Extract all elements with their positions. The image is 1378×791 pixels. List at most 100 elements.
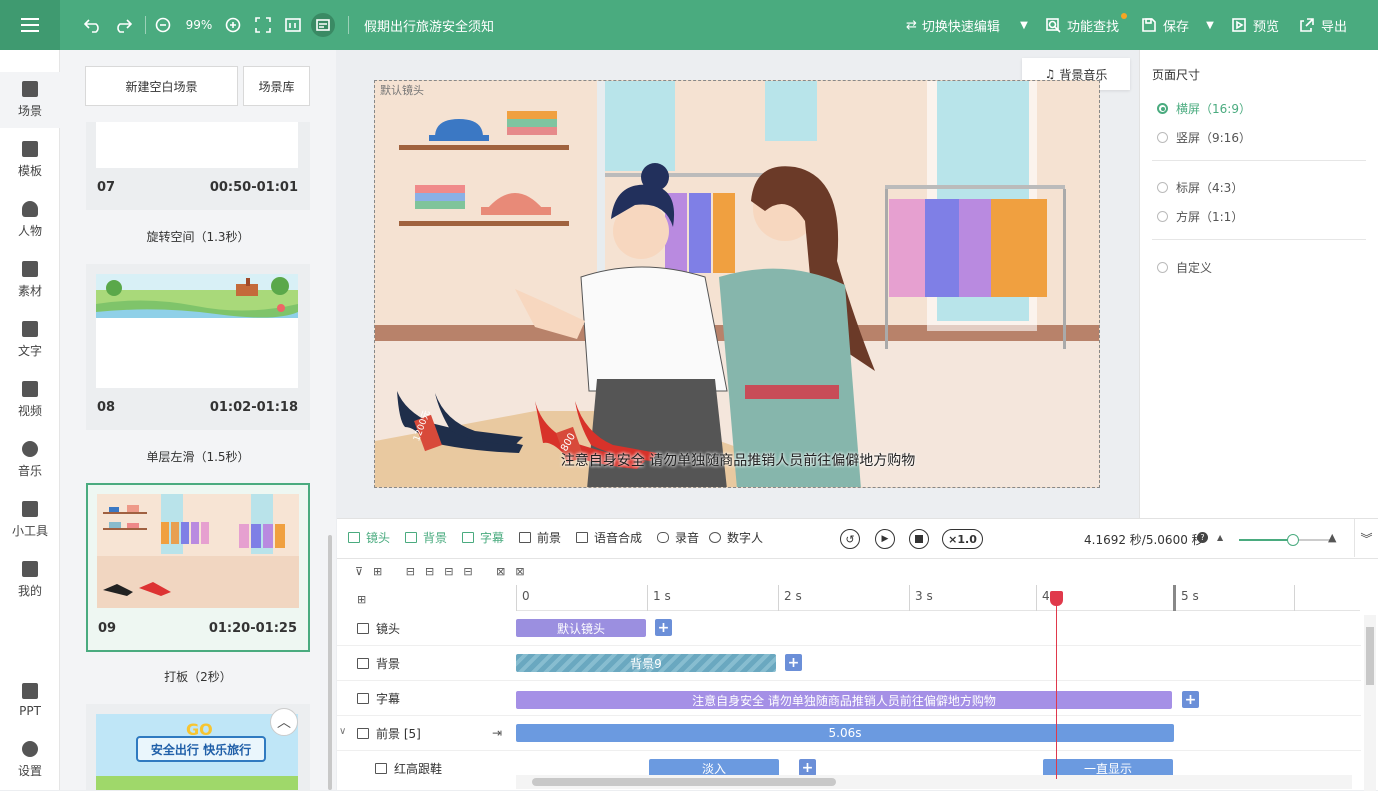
waveform-icon [576,532,588,543]
scene-thumbnail [96,122,298,168]
transition-label[interactable]: 单层左滑（1.5秒） [86,448,310,465]
tab-digital-human[interactable]: 数字人 [709,529,763,546]
subtitle-icon[interactable] [310,0,336,50]
nav-settings[interactable]: 设置 [0,732,60,788]
tab-label: 数字人 [727,531,764,545]
track-label: 背景 [357,646,400,681]
playhead-line[interactable] [1056,592,1057,779]
redo-icon[interactable] [110,0,136,50]
tab-background[interactable]: 背景 [405,529,447,546]
nav-template[interactable]: 模板 [0,132,60,188]
scene-card-08[interactable]: 08 01:02-01:18 [86,264,310,430]
document-title[interactable]: 假期出行旅游安全须知 [364,0,494,50]
nav-tools[interactable]: 小工具 [0,492,60,548]
save-caret-icon[interactable]: ▼ [1202,0,1218,50]
add-background-clip-button[interactable]: + [785,654,802,671]
add-subtitle-clip-button[interactable]: + [1182,691,1199,708]
radio-custom[interactable]: 自定义 [1157,259,1212,276]
radio-dot [1157,182,1168,193]
caret-down-icon[interactable]: ▼ [1016,0,1032,50]
left-nav: 场景 模板 人物 素材 文字 视频 音乐 小工具 我的 PPT 设置 [0,50,60,790]
quick-edit-label: 切换快速编辑 [921,19,1000,35]
transition-label[interactable]: 旋转空间（1.3秒） [86,228,310,245]
replay-icon[interactable]: ↺ [840,529,860,549]
login-icon[interactable]: ⇥ [492,726,502,740]
find-button[interactable]: 功能查找 [1046,0,1119,50]
nav-ppt[interactable]: PPT [0,672,60,728]
fullscreen-icon[interactable] [252,0,274,50]
scrollbar-thumb[interactable] [1366,627,1374,685]
nav-text[interactable]: 文字 [0,312,60,368]
radio-portrait[interactable]: 竖屏（9:16） [1157,129,1251,146]
find-label: 功能查找 [1067,19,1120,35]
clip-subtitle[interactable]: 注意自身安全 请勿单独随商品推销人员前往偏僻地方购物 [516,691,1172,709]
stop-icon[interactable] [909,529,929,549]
zoom-large-icon[interactable]: ▲ [1328,531,1336,544]
help-icon[interactable]: ? [1197,532,1208,543]
nav-label: 小工具 [11,524,48,538]
quick-edit-button[interactable]: ⇄ 切换快速编辑 [906,0,1000,50]
foreground-icon [357,728,369,739]
grid-icon[interactable]: ⊞ [357,593,366,606]
nav-video[interactable]: 视频 [0,372,60,428]
tab-camera[interactable]: 镜头 [348,529,390,546]
scene-canvas[interactable]: 默认镜头 1200元 800 注意自身安全 请勿单独随商品推销人员前往偏僻地方购… [374,80,1100,488]
camera-label: 默认镜头 [380,84,424,97]
tab-record[interactable]: 录音 [657,529,699,546]
menu-button[interactable] [0,0,60,50]
actual-size-icon[interactable] [282,0,304,50]
zoom-small-icon[interactable]: ▲ [1217,533,1223,542]
radio-label: 方屏（1:1） [1176,210,1244,224]
transition-label[interactable]: 打板（2秒） [86,668,310,685]
add-camera-clip-button[interactable]: + [655,619,672,636]
radio-standard[interactable]: 标屏（4:3） [1157,179,1243,196]
horizontal-scrollbar[interactable] [516,775,1352,789]
tab-foreground[interactable]: 前景 [519,529,561,546]
scene-card-07[interactable]: 07 00:50-01:01 [86,122,310,210]
nav-label: 音乐 [17,464,42,478]
track-label: 字幕 [357,681,400,716]
play-icon[interactable]: ▶ [875,529,895,549]
align-tools-icon[interactable]: ⊽⊞ ⊟⊟⊟⊟ ⊠⊠ [355,565,535,578]
radio-label: 横屏（16:9） [1176,102,1251,116]
clip-foreground[interactable]: 5.06s [516,724,1174,742]
save-button[interactable]: 保存 [1142,0,1189,50]
playhead-handle[interactable] [1050,591,1063,606]
chevron-down-icon[interactable]: ∨ [339,726,346,737]
nav-material[interactable]: 素材 [0,252,60,308]
tab-label: 背景 [423,531,448,545]
undo-icon[interactable] [80,0,106,50]
tab-tts[interactable]: 语音合成 [576,529,642,546]
export-button[interactable]: 导出 [1300,0,1347,50]
scene-library-button[interactable]: 场景库 [243,66,310,106]
music-note-icon: ♫ [1044,67,1056,81]
subtitle-icon [462,532,474,543]
nav-mine[interactable]: 我的 [0,552,60,608]
banner-grass [96,776,298,790]
scene-subtitle[interactable]: 注意自身安全 请勿单独随商品推销人员前往偏僻地方购物 [375,450,1099,470]
speed-button[interactable]: ×1.0 [942,529,983,549]
tab-subtitle[interactable]: 字幕 [462,529,504,546]
scroll-top-button[interactable]: ︿ [270,708,298,736]
time-ruler[interactable]: 0 1 s 2 s 3 s 4 5 s [516,585,1360,611]
clip-background[interactable]: 背景9 [516,654,776,672]
tab-label: 镜头 [366,531,391,545]
radio-landscape[interactable]: 横屏（16:9） [1157,100,1251,117]
add-animation-button[interactable]: + [799,759,816,776]
radio-square[interactable]: 方屏（1:1） [1157,208,1243,225]
nav-music[interactable]: 音乐 [0,432,60,488]
zoom-out-icon[interactable] [152,0,174,50]
scrollbar-thumb[interactable] [532,778,836,786]
collapse-icon[interactable]: ︾ [1354,519,1378,557]
zoom-slider-handle[interactable] [1287,534,1299,546]
scene-scrollbar[interactable] [328,535,332,790]
vertical-scrollbar[interactable] [1364,615,1376,791]
zoom-in-icon[interactable] [222,0,244,50]
scene-card-10[interactable]: GO 安全出行 快乐旅行 ︿ [86,704,310,790]
preview-button[interactable]: 预览 [1232,0,1279,50]
new-blank-scene-button[interactable]: 新建空白场景 [85,66,238,106]
nav-character[interactable]: 人物 [0,192,60,248]
nav-scene[interactable]: 场景 [0,72,60,128]
scene-card-09[interactable]: 09 01:20-01:25 [86,483,310,652]
clip-camera[interactable]: 默认镜头 [516,619,646,637]
